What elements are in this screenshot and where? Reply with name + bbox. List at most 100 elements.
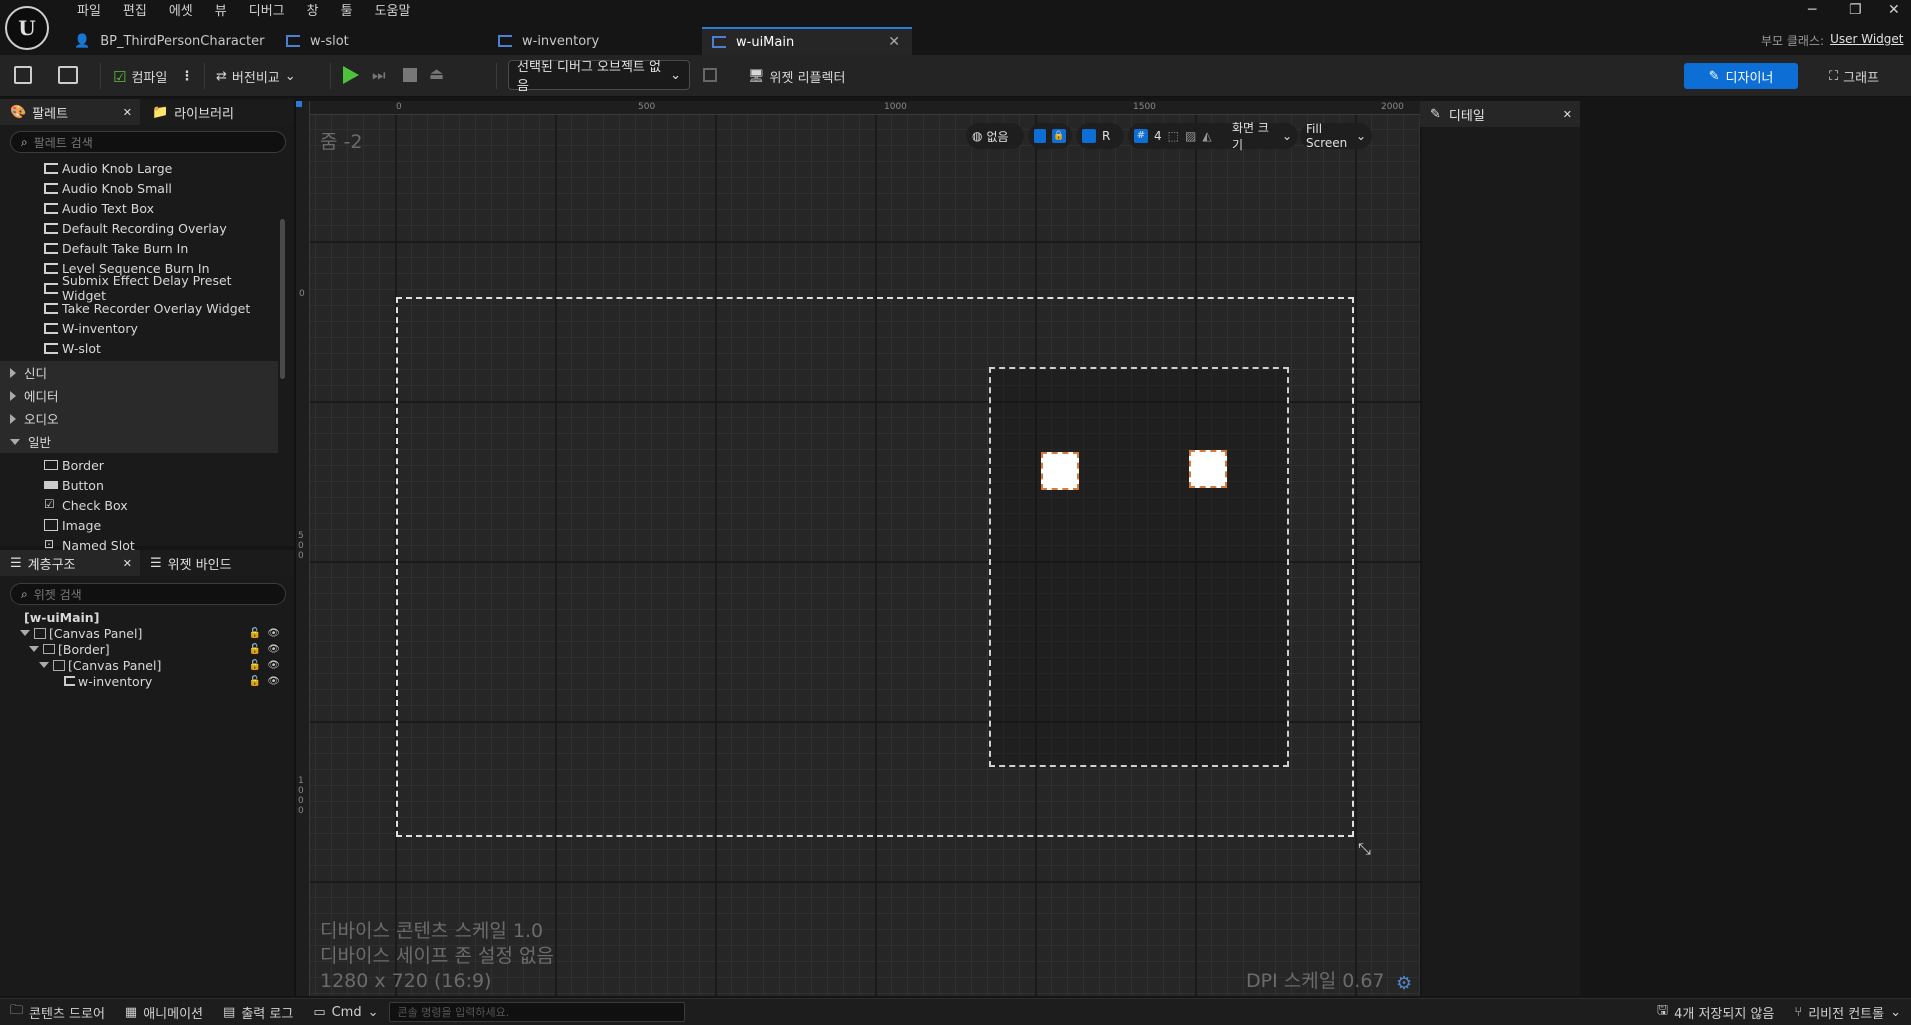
palette-item-checkbox[interactable]: ☑ Check Box: [0, 495, 278, 515]
palette-item[interactable]: Take Recorder Overlay Widget: [0, 298, 278, 318]
close-icon[interactable]: ✕: [123, 557, 132, 570]
resize-handle-icon[interactable]: ⤡: [1358, 839, 1371, 859]
lock-icon[interactable]: 🔓: [249, 676, 261, 687]
widget-search-placeholder: 위젯 검색: [33, 587, 82, 602]
settings-gear-icon[interactable]: ⚙: [1396, 973, 1412, 994]
w-inventory-widget[interactable]: [989, 367, 1289, 767]
designer-button[interactable]: ✎ 디자이너: [1684, 63, 1798, 89]
animation-button[interactable]: ▦ 애니메이션: [115, 1003, 213, 1022]
menu-edit[interactable]: 편집: [112, 3, 158, 21]
tab-w-slot[interactable]: w-slot: [276, 27, 488, 55]
palette-scrollbar[interactable]: [280, 219, 285, 379]
step-icon[interactable]: ⏭: [372, 66, 386, 84]
lock-icon[interactable]: 🔓: [249, 660, 261, 671]
palette-item[interactable]: Audio Knob Small: [0, 178, 278, 198]
menu-asset[interactable]: 에셋: [158, 3, 204, 21]
content-drawer-button[interactable]: 🗀 콘텐츠 드로어: [0, 1001, 115, 1023]
unreal-logo-icon[interactable]: U: [5, 6, 49, 50]
eye-icon[interactable]: 👁: [267, 628, 280, 639]
lock-icon[interactable]: 🔓: [249, 644, 261, 655]
palette-item[interactable]: W-slot: [0, 338, 278, 358]
collapse-arrow-icon[interactable]: [29, 646, 39, 652]
revision-label: 리비전 컨트롤: [1808, 1006, 1885, 1022]
ruler-tick-label: 500: [638, 102, 656, 112]
widget-reflector-button[interactable]: 🖥 위젯 리플렉터: [748, 67, 845, 86]
widget-search-input[interactable]: ⌕ 위젯 검색: [10, 583, 286, 605]
browse-icon[interactable]: [58, 66, 78, 84]
image-icon[interactable]: ▨: [1185, 129, 1196, 143]
palette-item[interactable]: Default Recording Overlay: [0, 218, 278, 238]
palette-item[interactable]: Audio Text Box: [0, 198, 278, 218]
snap-lock-toggle[interactable]: 🔒: [1028, 123, 1072, 149]
diff-button[interactable]: ⇄ 버전비교 ⌄: [216, 67, 296, 86]
palette-item[interactable]: Submix Effect Delay Preset Widget: [0, 273, 278, 303]
world-none-toggle[interactable]: ◍ 없음: [966, 123, 1024, 149]
lock-icon[interactable]: 🔓: [249, 628, 261, 639]
save-icon[interactable]: [14, 66, 32, 84]
tree-row-canvas-panel-inner[interactable]: [Canvas Panel] 🔓 👁: [0, 657, 290, 673]
tab-palette[interactable]: 🎨 팔레트 ✕: [0, 99, 140, 125]
collapse-arrow-icon[interactable]: [20, 630, 30, 636]
category-editor[interactable]: 에디터: [0, 384, 278, 407]
tree-row-border[interactable]: [Border] 🔓 👁: [0, 641, 290, 657]
collapse-arrow-icon[interactable]: [39, 662, 49, 668]
minimize-icon[interactable]: ─: [1808, 2, 1816, 18]
slot-widget[interactable]: [1041, 452, 1079, 490]
tab-w-uimain[interactable]: w-uiMain ✕: [702, 27, 912, 55]
palette-item[interactable]: Default Take Burn In: [0, 238, 278, 258]
tree-row-canvas-panel[interactable]: [Canvas Panel] 🔓 👁: [0, 625, 290, 641]
slot-widget[interactable]: [1189, 450, 1227, 488]
palette-search-input[interactable]: ⌕ 팔레트 검색: [10, 131, 286, 153]
eye-icon[interactable]: 👁: [267, 644, 280, 655]
respect-lock-toggle[interactable]: R: [1076, 123, 1124, 149]
tab-widget-binding[interactable]: ☰ 위젯 바인드: [140, 554, 232, 573]
debug-object-select[interactable]: 선택된 디버그 오브젝트 없음 ⌄: [508, 60, 690, 94]
category-common[interactable]: 일반: [0, 430, 278, 453]
restore-icon[interactable]: ❐: [1849, 2, 1862, 18]
tab-hierarchy[interactable]: ☰ 계층구조 ✕: [0, 550, 140, 576]
console-input[interactable]: 콘솔 명령을 입력하세요.: [388, 1002, 685, 1022]
palette-item[interactable]: W-inventory: [0, 318, 278, 338]
more-options-icon[interactable]: ⋮: [180, 69, 193, 84]
palette-item-border[interactable]: Border: [0, 455, 278, 475]
category-synth[interactable]: 신디: [0, 361, 278, 384]
designer-viewport[interactable]: 0 500 1000 1500 2000 0 500 1000 줌 -2 ◍ 없…: [296, 101, 1420, 996]
close-icon[interactable]: ✕: [1563, 108, 1572, 121]
fill-screen-select[interactable]: Fill Screen ⌄: [1300, 122, 1372, 150]
tab-w-inventory[interactable]: w-inventory: [488, 27, 700, 55]
unsaved-button[interactable]: 🖫 4개 저장되지 않음: [1647, 1001, 1784, 1023]
tree-row-w-inventory[interactable]: w-inventory 🔓 👁: [0, 673, 290, 689]
menu-tools[interactable]: 툴: [330, 3, 364, 21]
debug-find-icon[interactable]: [703, 68, 717, 82]
close-window-icon[interactable]: ✕: [1888, 2, 1900, 18]
revision-control-button[interactable]: ⑂ 리비전 컨트롤 ⌄: [1784, 1003, 1911, 1022]
stop-icon[interactable]: [403, 68, 417, 82]
close-icon[interactable]: ✕: [123, 106, 132, 119]
play-icon[interactable]: [343, 66, 359, 84]
palette-item-button[interactable]: Button: [0, 475, 278, 495]
palette-item[interactable]: Audio Knob Large: [0, 158, 278, 178]
compile-button[interactable]: ☑ 컴파일 ⋮: [113, 67, 193, 87]
mirror-icon[interactable]: ◭: [1202, 129, 1211, 143]
details-tab[interactable]: ✎ 디테일 ✕: [1420, 101, 1580, 127]
eye-icon[interactable]: 👁: [267, 676, 280, 687]
graph-button[interactable]: ⛶ 그래프: [1829, 67, 1879, 86]
cmd-select[interactable]: ▭ Cmd ⌄: [303, 1005, 388, 1020]
menu-debug[interactable]: 디버그: [238, 3, 296, 21]
tab-library[interactable]: 📁 라이브러리: [140, 103, 234, 122]
menu-help[interactable]: 도움말: [364, 3, 422, 21]
eye-icon[interactable]: 👁: [267, 660, 280, 671]
menu-view[interactable]: 뷰: [204, 3, 238, 21]
eject-icon[interactable]: ⏏: [429, 64, 444, 83]
close-icon[interactable]: ✕: [888, 34, 900, 50]
menu-window[interactable]: 창: [296, 3, 330, 21]
screen-size-select[interactable]: 화면 크기 ⌄: [1226, 121, 1298, 152]
category-audio[interactable]: 오디오: [0, 407, 278, 430]
pointer-icon[interactable]: ⬚: [1168, 129, 1179, 143]
tab-bp-thirdpersoncharacter[interactable]: 👤 BP_ThirdPersonCharacter: [64, 27, 276, 55]
output-log-button[interactable]: ▤ 출력 로그: [213, 1003, 303, 1022]
parent-class-link[interactable]: User Widget: [1830, 32, 1903, 49]
palette-item-image[interactable]: Image: [0, 515, 278, 535]
menu-file[interactable]: 파일: [66, 3, 112, 21]
tree-row-root[interactable]: [w-uiMain]: [0, 609, 290, 625]
